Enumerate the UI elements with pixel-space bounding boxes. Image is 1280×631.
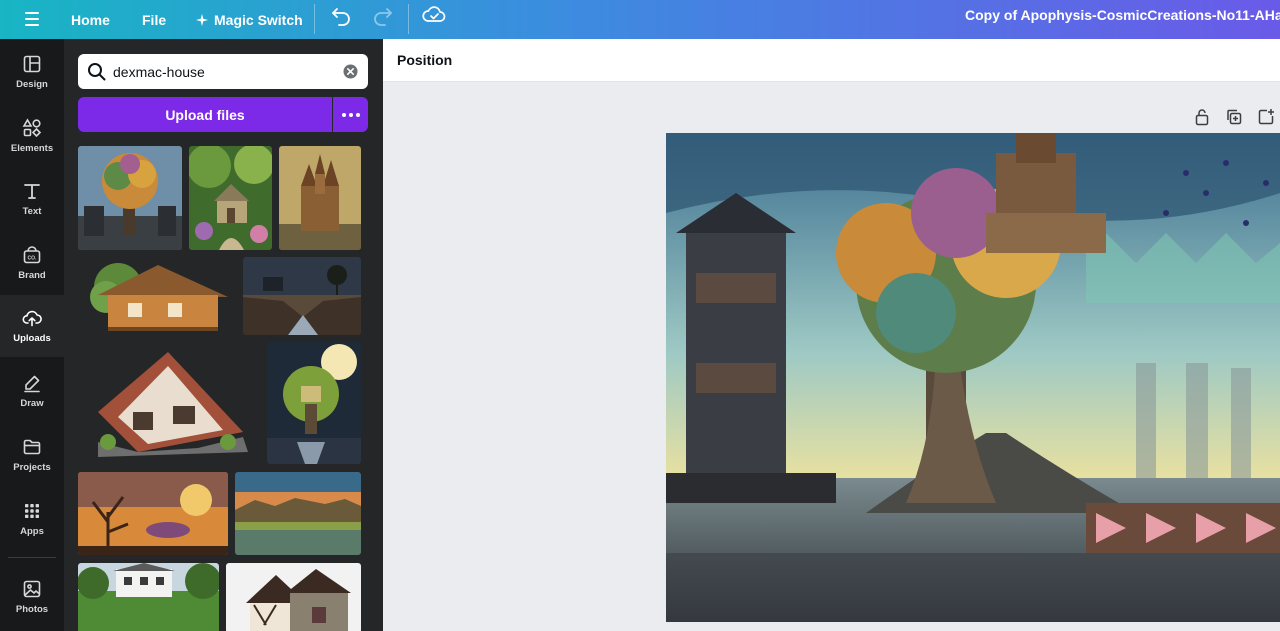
rail-label: Projects: [13, 462, 51, 473]
add-page-icon[interactable]: [1257, 108, 1275, 126]
divider: [408, 4, 409, 34]
upload-thumbnail-tudor-house[interactable]: [226, 563, 361, 631]
upload-files-button[interactable]: Upload files: [78, 97, 332, 132]
rail-label: Photos: [15, 604, 49, 615]
rail-label: Elements: [10, 143, 54, 154]
upload-thumbnail-castle[interactable]: [279, 146, 361, 250]
rail-item-design[interactable]: Design: [0, 41, 64, 103]
rail-label: Apps: [20, 526, 44, 537]
search-box[interactable]: [78, 54, 368, 89]
rail-item-text[interactable]: Text: [0, 168, 64, 230]
clear-search-icon[interactable]: [342, 63, 359, 80]
canvas-artwork-image[interactable]: [666, 133, 1280, 622]
duplicate-icon[interactable]: [1225, 108, 1243, 126]
elements-icon: [22, 118, 42, 138]
document-title[interactable]: Copy of Apophysis-CosmicCreations-No11-A…: [965, 0, 1280, 30]
design-icon: [23, 55, 41, 73]
rail-label: Draw: [20, 398, 44, 409]
position-button[interactable]: Position: [397, 39, 452, 82]
rail-item-draw[interactable]: Draw: [0, 360, 64, 422]
upload-thumbnail-tree-island[interactable]: [267, 342, 361, 464]
rail-label: Uploads: [13, 333, 51, 344]
lock-icon[interactable]: [1193, 108, 1211, 126]
upload-thumbnail-white-house[interactable]: [78, 563, 219, 631]
rail-label: Design: [16, 79, 48, 90]
folder-icon: [23, 439, 41, 455]
undo-icon[interactable]: [329, 4, 353, 28]
top-bar: Home File Magic Switch Copy of Apophysis…: [0, 0, 1280, 39]
rail-item-uploads[interactable]: Uploads: [0, 295, 64, 357]
upload-cloud-icon: [22, 310, 42, 327]
search-input[interactable]: [113, 54, 333, 89]
uploads-panel: Upload files: [64, 39, 383, 631]
upload-thumbnail-cliff-house[interactable]: [243, 257, 361, 335]
more-options-icon[interactable]: [333, 97, 368, 132]
redo-icon[interactable]: [371, 4, 395, 28]
upload-thumbnail-sunset-tree[interactable]: [78, 472, 228, 555]
upload-thumbnail-tree-house[interactable]: [78, 146, 182, 250]
magic-switch-button[interactable]: Magic Switch: [196, 0, 303, 39]
text-icon: [24, 184, 40, 199]
rail-label: Brand: [18, 270, 46, 281]
upload-thumbnail-forest-cottage[interactable]: [189, 146, 272, 250]
rail-divider: [8, 557, 56, 558]
rail-label: Text: [22, 206, 42, 217]
rail-item-photos[interactable]: Photos: [0, 566, 64, 628]
side-rail: Design Elements Text CO. Brand Uploads D…: [0, 39, 64, 631]
hamburger-menu-icon[interactable]: [20, 7, 44, 31]
file-menu-button[interactable]: File: [142, 0, 166, 39]
context-toolbar: Position: [383, 39, 1280, 82]
upload-thumbnail-lake-village[interactable]: [235, 472, 361, 555]
upload-thumbnail-log-cabin[interactable]: [78, 257, 235, 335]
apps-grid-icon: [25, 504, 39, 518]
draw-icon: [24, 375, 40, 393]
divider: [314, 4, 315, 34]
home-button[interactable]: Home: [71, 0, 110, 39]
photos-icon: [23, 580, 41, 598]
rail-item-elements[interactable]: Elements: [0, 105, 64, 167]
magic-switch-label: Magic Switch: [214, 11, 303, 28]
rail-item-apps[interactable]: Apps: [0, 488, 64, 550]
rail-item-projects[interactable]: Projects: [0, 424, 64, 486]
svg-text:CO.: CO.: [28, 256, 38, 262]
sparkle-icon: [196, 13, 208, 26]
search-icon: [88, 63, 106, 81]
upload-thumbnail-a-frame-house[interactable]: [78, 342, 254, 464]
cloud-save-icon[interactable]: [421, 3, 447, 27]
brand-icon: CO.: [23, 246, 41, 264]
rail-item-brand[interactable]: CO. Brand: [0, 232, 64, 294]
